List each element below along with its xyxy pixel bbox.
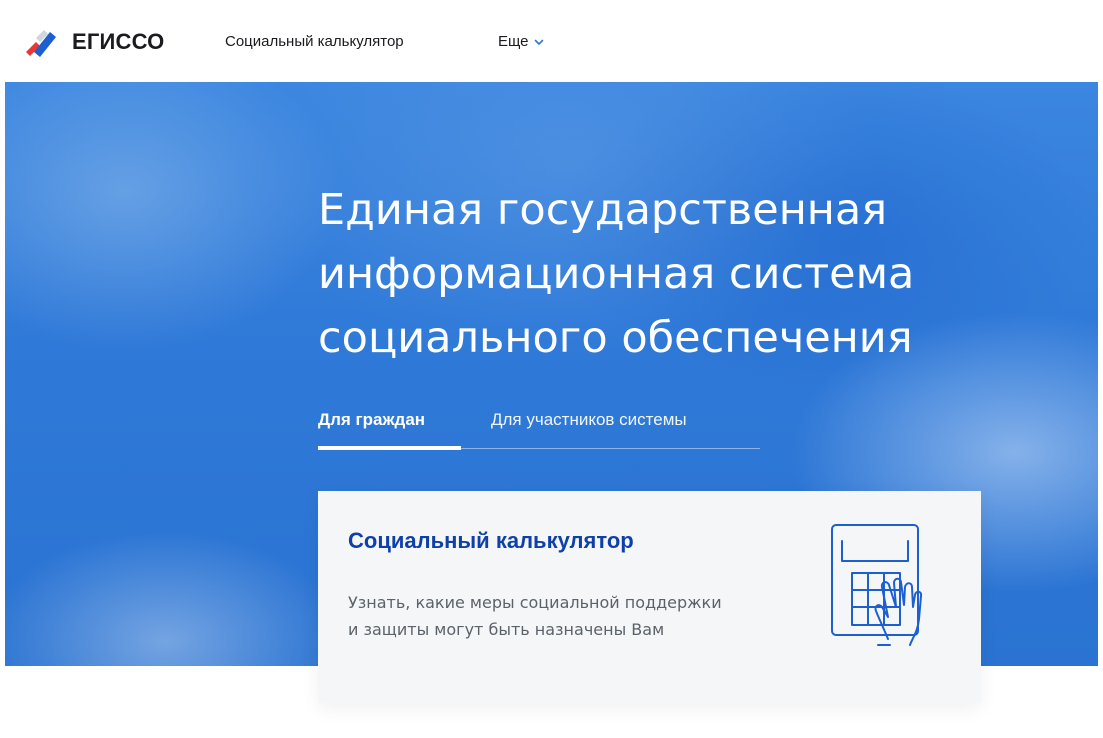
tab-citizens[interactable]: Для граждан [318,409,425,431]
calculator-hand-icon [831,524,923,646]
card-title: Социальный калькулятор [348,528,634,553]
chevron-down-icon [534,39,543,45]
page: ЕГИССО Социальный калькулятор Еще Единая… [0,0,1103,738]
tab-participants[interactable]: Для участников системы [491,409,687,431]
flag-logo-icon [26,30,56,57]
logo-text: ЕГИССО [72,29,165,54]
social-calculator-card[interactable]: Социальный калькулятор Узнать, какие мер… [318,491,981,703]
nav-link-calculator[interactable]: Социальный калькулятор [225,33,404,51]
site-header: ЕГИССО Социальный калькулятор Еще [0,0,1103,82]
nav-more-label: Еще [498,33,529,50]
card-description: Узнать, какие меры социальной поддержки … [348,593,722,639]
site-logo[interactable]: ЕГИССО [20,26,165,58]
hero-title: Единая государственная информационная си… [318,185,915,363]
active-tab-indicator [318,446,461,450]
nav-more-dropdown[interactable]: Еще [498,33,544,51]
